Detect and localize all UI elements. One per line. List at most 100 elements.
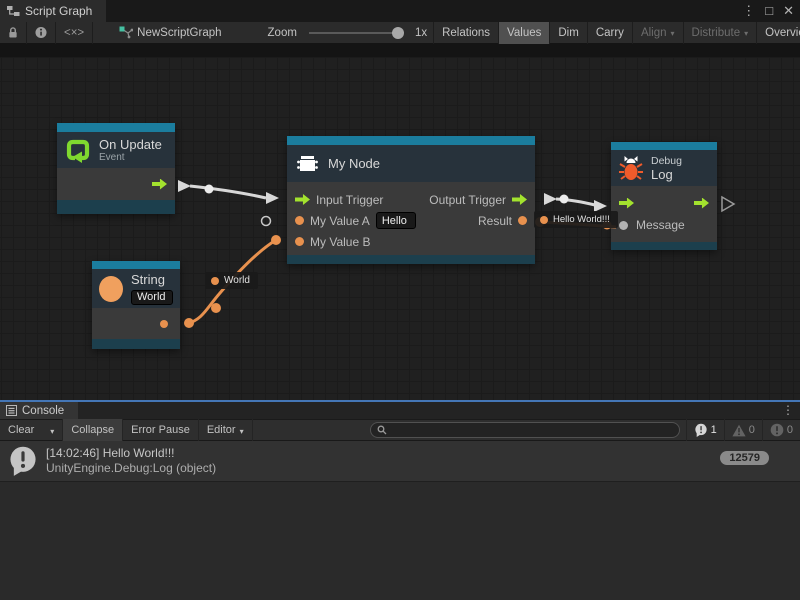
message-port[interactable]: [619, 221, 628, 230]
value-a-input[interactable]: [376, 212, 416, 229]
node-subtitle: Event: [99, 152, 162, 163]
chevron-down-icon: ▾: [240, 427, 244, 436]
node-on-update[interactable]: On Update Event: [57, 123, 175, 214]
node-header: On Update Event: [57, 132, 175, 168]
tab-console[interactable]: Console: [0, 402, 78, 419]
value-dot-icon: [211, 277, 219, 285]
console-tabbar: Console ⋮: [0, 402, 800, 419]
clear-dropdown-button[interactable]: ▾: [42, 419, 63, 441]
node-string[interactable]: String: [92, 261, 180, 349]
console-toolbar: Clear ▾ Collapse Error Pause Editor ▾: [0, 419, 800, 441]
unity-window: Script Graph ⋮ □ ✕ <×>: [0, 0, 800, 600]
wire-flow-onupdate-mynode[interactable]: [190, 186, 266, 198]
wire-flow-mynode-debuglog[interactable]: [556, 199, 595, 205]
node-title-bar: [611, 142, 717, 150]
node-title: String: [131, 272, 173, 287]
code-view-button[interactable]: <×>: [56, 22, 92, 44]
overview-button[interactable]: Overview: [757, 22, 800, 44]
editor-label: Editor: [207, 424, 236, 436]
dim-button[interactable]: Dim: [550, 22, 586, 44]
chevron-down-icon: ▾: [50, 427, 54, 436]
input-trigger-port[interactable]: [295, 194, 310, 205]
script-graph-icon: [6, 4, 20, 18]
overview-label: Overview: [765, 27, 800, 39]
log-entry-row[interactable]: [14:02:46] Hello World!!! UnityEngine.De…: [0, 441, 800, 482]
close-icon[interactable]: ✕: [783, 2, 794, 20]
node-body: Input Trigger Output Trigger My Value A …: [287, 182, 535, 255]
clear-button[interactable]: Clear: [0, 419, 42, 441]
output-trigger-label: Output Trigger: [429, 193, 506, 207]
zoom-slider[interactable]: [309, 32, 401, 34]
chevron-down-icon: ▾: [671, 29, 675, 38]
input-trigger-label: Input Trigger: [316, 193, 383, 207]
toolbar-divider: [92, 22, 93, 44]
console-search-input[interactable]: [391, 423, 673, 437]
node-debug-log[interactable]: Debug Log Message: [611, 142, 717, 250]
message-label: Message: [636, 218, 685, 232]
result-port[interactable]: [518, 216, 527, 225]
maximize-icon[interactable]: □: [765, 2, 773, 20]
code-icon: <×>: [64, 27, 84, 39]
value-a-port[interactable]: [295, 216, 304, 225]
node-title-bar: [287, 136, 535, 145]
window-titlebar: Script Graph ⋮ □ ✕: [0, 0, 800, 22]
flow-output-port[interactable]: [694, 198, 709, 209]
node-footer: [92, 339, 180, 349]
debug-bug-icon: [619, 155, 643, 181]
string-value-input[interactable]: [131, 290, 173, 305]
result-label: Result: [478, 214, 512, 228]
output-trigger-port[interactable]: [512, 194, 527, 205]
collapse-button[interactable]: Collapse: [63, 419, 123, 441]
wire-midpoint-dot[interactable]: [211, 303, 221, 313]
console-log-list: [14:02:46] Hello World!!! UnityEngine.De…: [0, 441, 800, 482]
node-header: String: [92, 269, 180, 308]
distribute-button[interactable]: Distribute ▾: [684, 22, 757, 44]
node-my-node[interactable]: My Node Input Trigger Output Trigger: [287, 136, 535, 264]
values-label: Values: [507, 27, 541, 39]
console-panel: Console ⋮ Clear ▾ Collapse Error Pause E…: [0, 400, 800, 600]
wire-value-text: Hello World!!!: [553, 214, 610, 225]
graph-canvas[interactable]: On Update Event My Node: [0, 44, 800, 400]
log-entry-line1: [14:02:46] Hello World!!!: [46, 446, 216, 461]
node-footer: [57, 200, 175, 214]
info-button[interactable]: [27, 22, 55, 44]
window-menu-icon[interactable]: ⋮: [742, 2, 755, 20]
graph-name-label: NewScriptGraph: [137, 27, 221, 39]
wire-value-label-helloworld: Hello World!!!: [534, 211, 618, 228]
value-b-port[interactable]: [295, 237, 304, 246]
editor-dropdown-button[interactable]: Editor ▾: [199, 419, 253, 441]
flow-output-port[interactable]: [152, 179, 167, 190]
lock-button[interactable]: [0, 22, 26, 44]
error-count-toggle[interactable]: 0: [762, 419, 800, 441]
relations-button[interactable]: Relations: [434, 22, 498, 44]
carry-button[interactable]: Carry: [588, 22, 632, 44]
string-output-port[interactable]: [160, 320, 168, 328]
console-menu-icon[interactable]: ⋮: [782, 403, 794, 417]
node-body: [57, 168, 175, 200]
zoom-label: Zoom: [268, 27, 297, 39]
node-header: My Node: [287, 145, 535, 182]
node-title: My Node: [328, 156, 380, 171]
graph-name-button[interactable]: NewScriptGraph: [111, 22, 229, 44]
values-button[interactable]: Values: [499, 22, 549, 44]
info-icon: [35, 26, 47, 39]
error-pause-button[interactable]: Error Pause: [123, 419, 199, 441]
empty-flow-triangle[interactable]: [722, 197, 734, 211]
dim-label: Dim: [558, 27, 578, 39]
tab-script-graph[interactable]: Script Graph: [0, 0, 106, 22]
align-button[interactable]: Align ▾: [633, 22, 683, 44]
wire-midpoint-dot[interactable]: [560, 195, 569, 204]
wire-value-label-world: World: [205, 272, 258, 289]
chevron-down-icon: ▾: [744, 29, 748, 38]
wire-value-text: World: [224, 275, 250, 286]
node-title-bar: [57, 123, 175, 132]
wire-midpoint-dot[interactable]: [205, 185, 214, 194]
warning-count-toggle[interactable]: 0: [724, 419, 762, 441]
empty-socket-circle[interactable]: [262, 217, 271, 226]
log-count-toggle[interactable]: 1: [686, 419, 724, 441]
flow-input-port[interactable]: [619, 198, 634, 209]
console-search[interactable]: [370, 422, 680, 438]
zoom-slider-handle[interactable]: [392, 27, 404, 39]
value-a-label: My Value A: [310, 214, 370, 228]
align-label: Align: [641, 27, 667, 39]
